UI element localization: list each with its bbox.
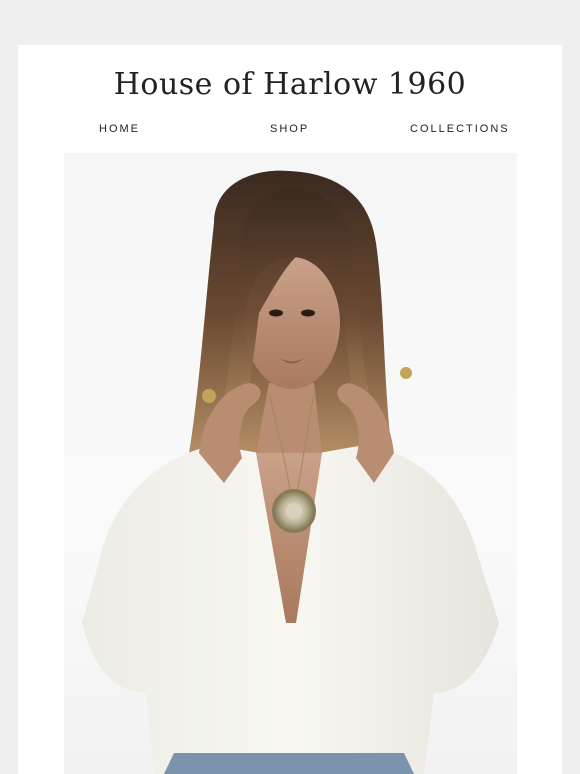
jeans bbox=[164, 753, 414, 774]
nav-collections-link[interactable]: COLLECTIONS bbox=[410, 123, 510, 135]
nav-shop-link[interactable]: SHOP bbox=[270, 123, 309, 135]
hero-image[interactable] bbox=[64, 153, 517, 774]
brand-logo[interactable]: House of Harlow 1960 bbox=[18, 67, 562, 102]
email-card: House of Harlow 1960 HOME SHOP COLLECTIO… bbox=[18, 45, 562, 774]
model-illustration bbox=[82, 170, 499, 774]
main-nav: HOME SHOP COLLECTIONS bbox=[18, 123, 562, 137]
nav-home-link[interactable]: HOME bbox=[99, 123, 140, 135]
